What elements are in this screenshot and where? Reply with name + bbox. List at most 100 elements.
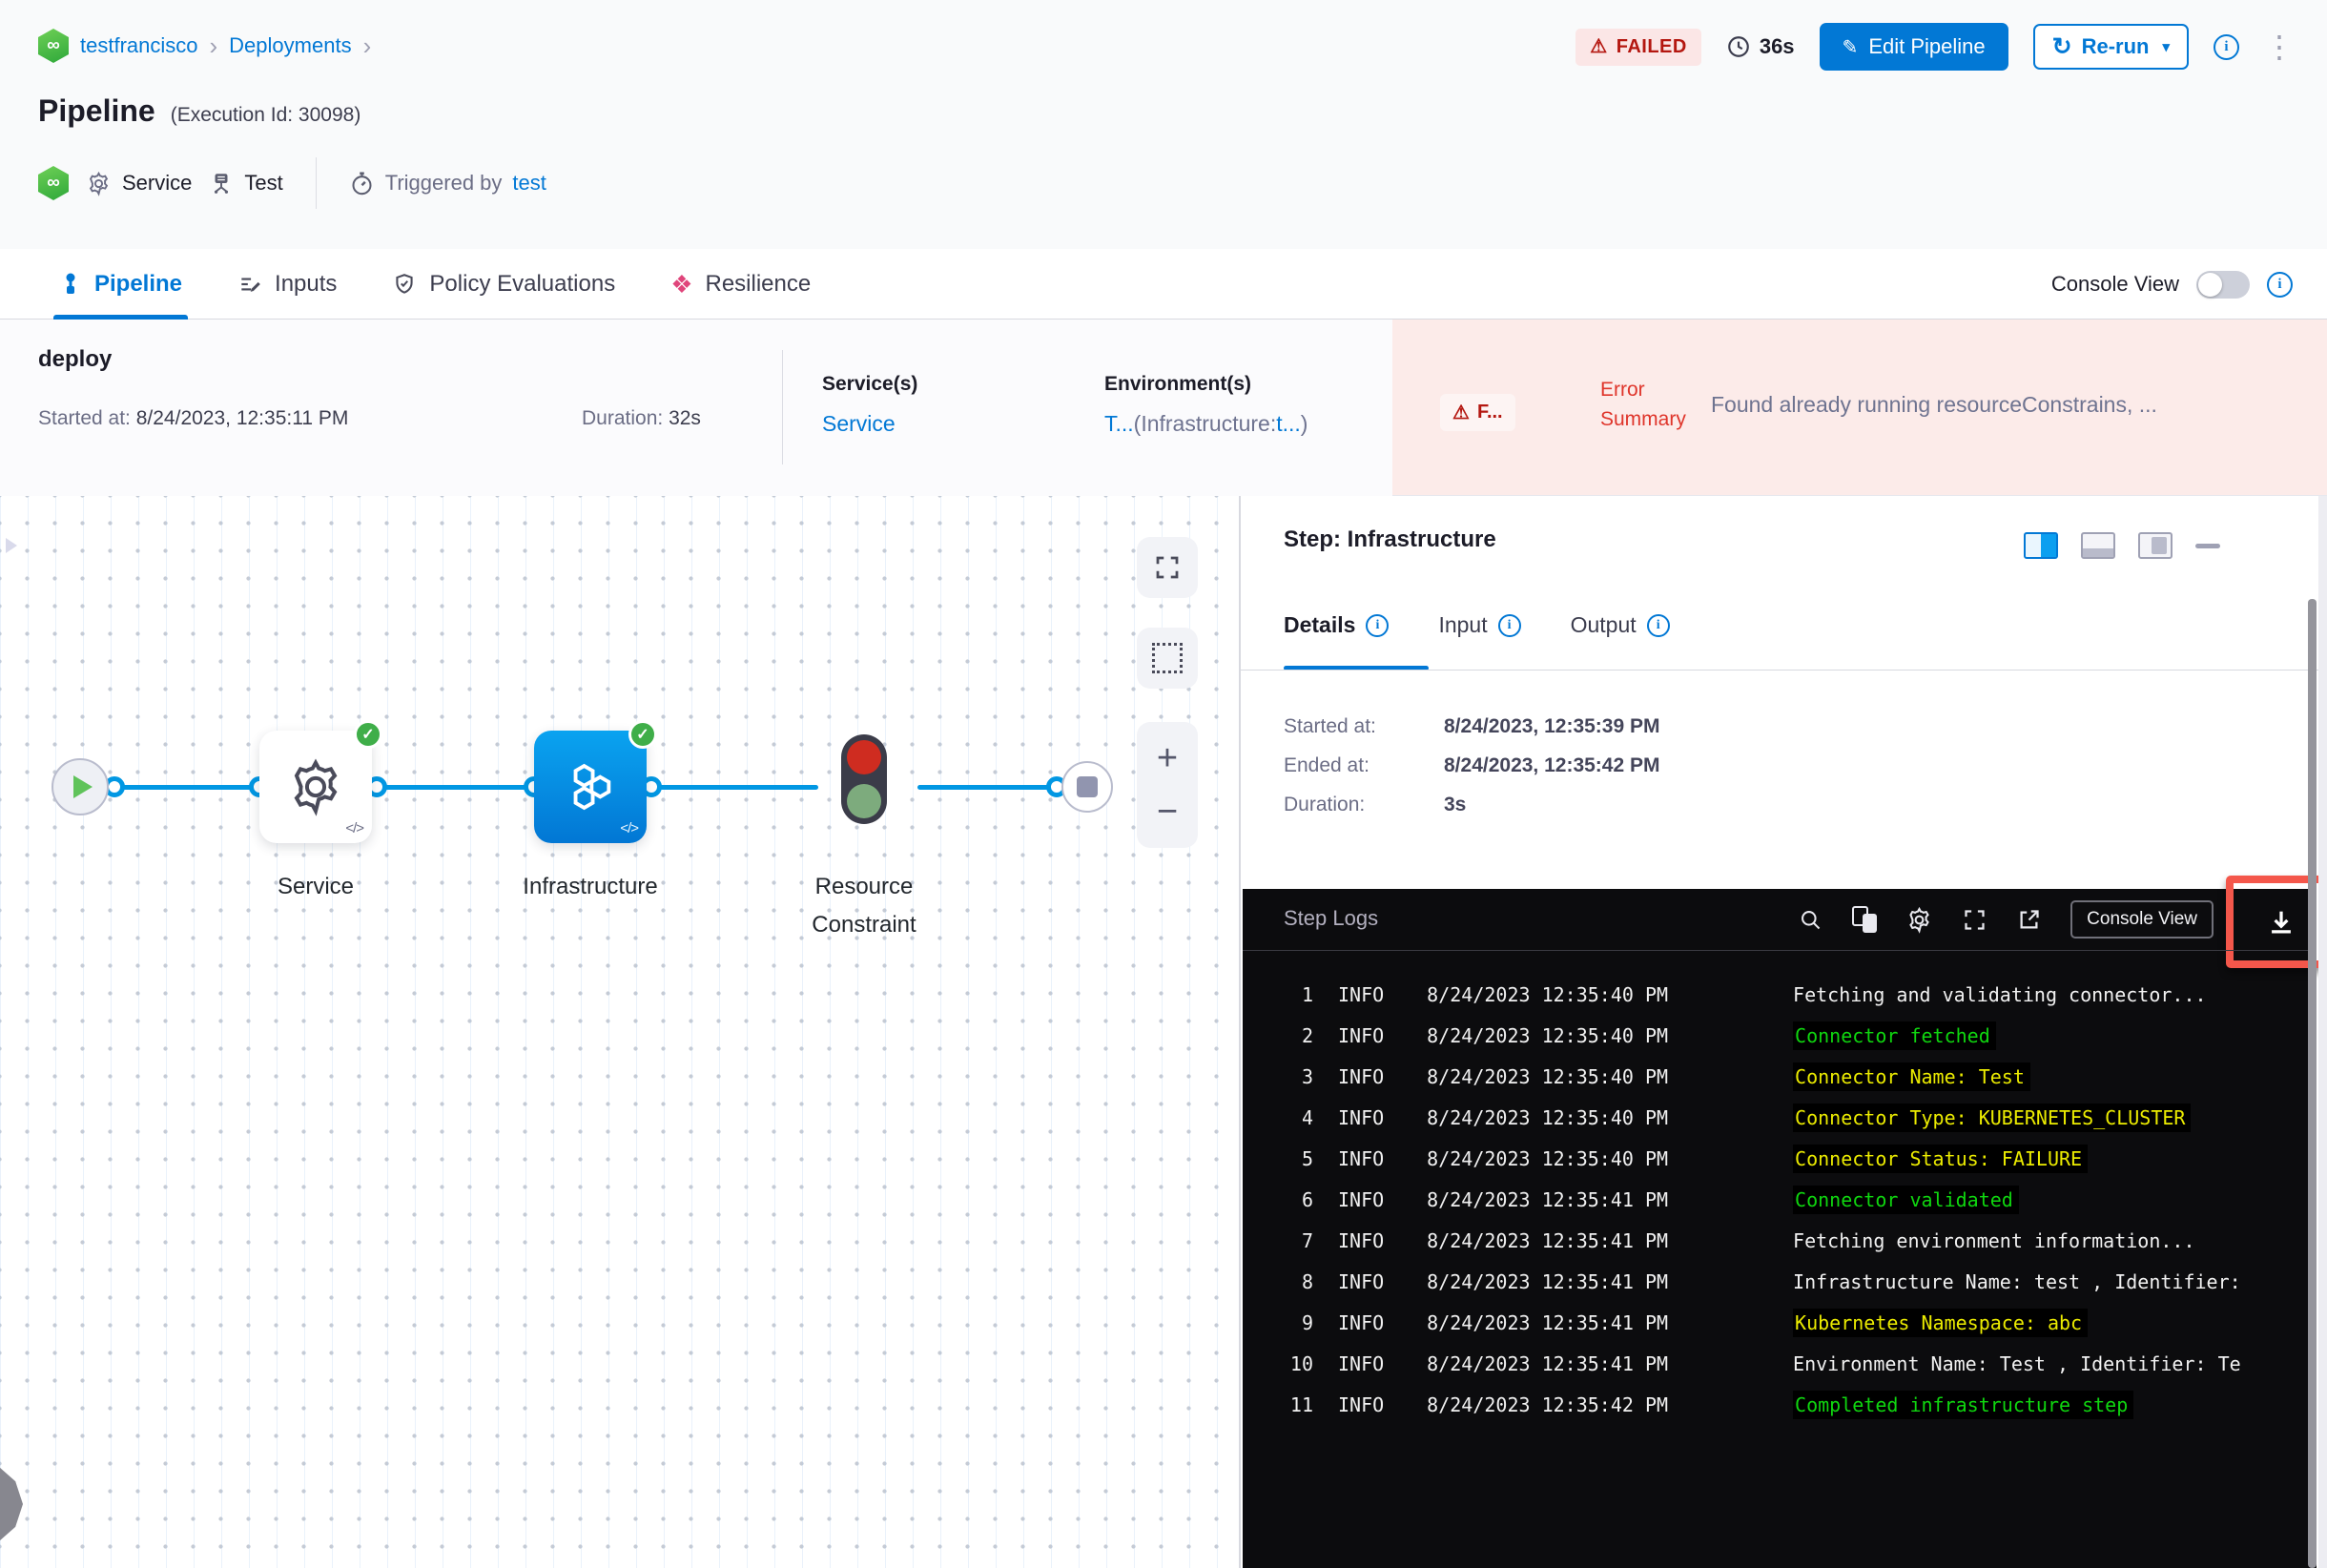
environments-header: Environment(s) — [1104, 373, 1252, 395]
title-row: Pipeline (Execution Id: 30098) — [38, 93, 360, 129]
edit-pipeline-button[interactable]: ✎ Edit Pipeline — [1819, 23, 2008, 71]
stop-icon — [1077, 776, 1098, 797]
zoom-out-button[interactable]: − — [1157, 794, 1178, 830]
stage-name: deploy — [38, 346, 113, 372]
input-info-icon[interactable]: i — [1497, 613, 1521, 637]
trigger-user-link[interactable]: test — [512, 171, 546, 196]
execution-id: (Execution Id: 30098) — [170, 104, 361, 126]
code-glyph: </> — [620, 820, 639, 836]
console-view-label: Console View — [2050, 272, 2179, 296]
tab-output[interactable]: Output i — [1571, 612, 1670, 638]
refresh-icon: ↻ — [2051, 32, 2072, 60]
pencil-icon: ✎ — [1842, 36, 1859, 58]
log-line: 5 INFO 8/24/2023 12:35:40 PM Connector Stat… — [1287, 1138, 2317, 1179]
service-link[interactable]: Service — [822, 411, 896, 437]
step-logs-title: Step Logs — [1284, 906, 1379, 930]
pipeline-meta-row: ∞ Service Test Triggered by test — [38, 157, 546, 209]
breadcrumb-project-link[interactable]: testfrancisco — [80, 33, 198, 58]
error-summary-strip: ⚠ F... Error Summary Found already runni… — [1392, 320, 2327, 495]
stopwatch-icon — [352, 171, 372, 195]
duration-row: Duration: 3s — [1284, 794, 1467, 815]
services-header: Service(s) — [822, 373, 918, 395]
breadcrumb: ∞ testfrancisco › Deployments › — [38, 29, 371, 63]
minimize-panel-button[interactable] — [2195, 543, 2220, 548]
edge-start-service — [114, 785, 259, 790]
search-icon[interactable] — [1798, 907, 1823, 933]
execution-tab-bar: Pipeline Inputs Policy Evaluations ❖ Res… — [0, 249, 2327, 320]
infrastructure-link[interactable]: t... — [1276, 411, 1301, 436]
canvas-fit-view-button[interactable] — [1137, 537, 1198, 598]
hexagons-icon — [573, 763, 611, 811]
expand-nav-arrow-icon — [6, 538, 17, 553]
layout-horizontal-split-button[interactable] — [2081, 532, 2115, 559]
tab-input[interactable]: Input i — [1438, 612, 1521, 638]
copy-icon[interactable] — [1852, 906, 1878, 933]
more-options-menu[interactable]: ⋮ — [2264, 31, 2295, 62]
edge-infra-rc — [651, 785, 818, 790]
fullscreen-icon[interactable] — [1962, 907, 1987, 933]
chevron-down-icon: ▾ — [2162, 39, 2170, 55]
stage-duration: Duration: 32s — [582, 407, 701, 429]
traffic-light-red — [847, 740, 881, 774]
expand-icon — [1156, 556, 1179, 579]
traffic-light-green — [847, 784, 881, 818]
service-step-node[interactable]: </> ✓ — [259, 720, 382, 843]
log-line: 10 INFO 8/24/2023 12:35:41 PM Environment N… — [1289, 1351, 2241, 1375]
log-line: 3 INFO 8/24/2023 12:35:40 PM Connector Name… — [1287, 1056, 2317, 1097]
environment-link[interactable]: T... — [1104, 411, 1134, 436]
step-logs-toolbar: Console View — [1798, 889, 2214, 950]
elapsed-value: 36s — [1759, 34, 1795, 58]
output-info-icon[interactable]: i — [1646, 613, 1670, 637]
page-title: Pipeline — [38, 93, 155, 128]
rerun-button[interactable]: ↻ Re-run ▾ — [2032, 24, 2189, 70]
tab-inputs[interactable]: Inputs — [237, 249, 337, 320]
log-line: 2 INFO 8/24/2023 12:35:40 PM Connector fetc… — [1287, 1015, 2317, 1056]
resilience-icon: ❖ — [670, 269, 693, 299]
panel-scrollbar-thumb[interactable] — [2308, 599, 2317, 1568]
marquee-icon — [1152, 643, 1183, 673]
start-node[interactable] — [51, 758, 109, 815]
step-logs-header: Step Logs Console View — [1243, 876, 2327, 968]
environment-meta[interactable]: Test — [209, 171, 283, 196]
started-at-row: Started at: 8/24/2023, 12:35:39 PM — [1284, 715, 1660, 737]
log-line: 1 INFO 8/24/2023 12:35:40 PM Fetching and v… — [1301, 982, 2207, 1006]
log-line: 4 INFO 8/24/2023 12:35:40 PM Connector Type… — [1287, 1097, 2317, 1138]
expand-nav-handle[interactable] — [0, 1464, 23, 1544]
tab-details[interactable]: Details i — [1284, 612, 1390, 638]
infrastructure-step-node[interactable]: </> ✓ — [534, 720, 657, 843]
gear-icon — [294, 758, 338, 816]
failed-mini-badge: ⚠ F... — [1440, 394, 1515, 431]
header-actions: ⚠ FAILED 36s ✎ Edit Pipeline ↻ Re-run ▾ … — [1575, 23, 2295, 71]
resource-constraint-node-label: Resource Constraint — [812, 874, 916, 938]
breadcrumb-deployments-link[interactable]: Deployments — [229, 33, 351, 58]
environment-icon — [215, 174, 229, 194]
tab-pipeline[interactable]: Pipeline — [53, 249, 189, 320]
play-icon — [72, 775, 93, 798]
stage-started-at: Started at: 8/24/2023, 12:35:11 PM — [38, 407, 349, 429]
zoom-in-button[interactable]: + — [1157, 740, 1178, 776]
pipeline-canvas[interactable]: </> ✓ Service </> ✓ Infrastructure Resou… — [0, 496, 1240, 1568]
rerun-info-icon[interactable]: i — [2214, 33, 2239, 60]
pipeline-execution-page: ∞ testfrancisco › Deployments › ⚠ FAILED… — [0, 0, 2327, 1568]
end-node[interactable] — [1061, 761, 1113, 813]
resource-constraint-step-node[interactable] — [841, 734, 887, 824]
step-details: Started at: 8/24/2023, 12:35:39 PM Ended… — [1284, 715, 1660, 833]
layout-vertical-split-button[interactable] — [2024, 532, 2058, 559]
console-view-button[interactable]: Console View — [2070, 900, 2214, 939]
layout-floating-panel-button[interactable] — [2138, 532, 2173, 559]
details-info-icon[interactable]: i — [1366, 613, 1390, 637]
tab-resilience[interactable]: ❖ Resilience — [670, 249, 811, 320]
download-icon[interactable] — [2265, 906, 2297, 939]
console-view-toggle[interactable] — [2196, 270, 2250, 299]
console-view-info-icon[interactable]: i — [2267, 271, 2293, 298]
stage-summary-left: deploy Started at: 8/24/2023, 12:35:11 P… — [0, 320, 1392, 496]
status-badge-label: FAILED — [1616, 35, 1687, 57]
divider — [315, 157, 317, 209]
panel-scrollbar-track[interactable] — [2318, 496, 2327, 1568]
canvas-marquee-select-button[interactable] — [1137, 628, 1198, 689]
tab-policy-evaluations[interactable]: Policy Evaluations — [392, 249, 615, 320]
edge-service-infra — [377, 785, 534, 790]
open-in-new-icon[interactable] — [2016, 907, 2042, 933]
service-meta[interactable]: Service — [86, 171, 192, 196]
settings-gear-icon[interactable] — [1905, 906, 1933, 934]
